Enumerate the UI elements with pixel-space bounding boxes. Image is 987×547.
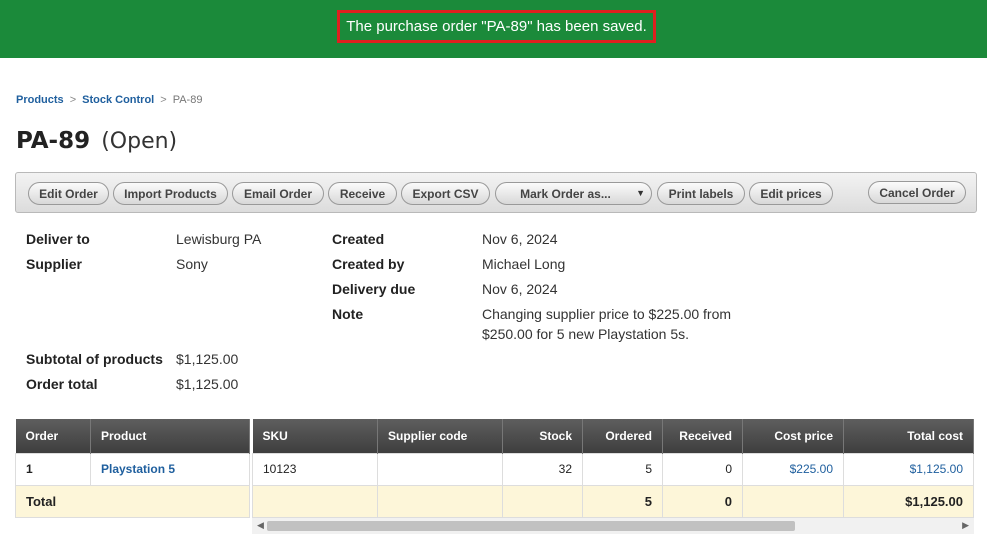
receive-button[interactable]: Receive	[328, 182, 397, 205]
product-link[interactable]: Playstation 5	[90, 452, 250, 486]
total-ordered: 5	[582, 484, 663, 518]
created-by-label: Created by	[332, 256, 405, 272]
created-label: Created	[332, 231, 385, 247]
import-products-button[interactable]: Import Products	[113, 182, 228, 205]
cell-sku: 10123	[252, 452, 378, 486]
table-header-row: Order Product	[15, 419, 250, 453]
subtotal-value: $1,125.00	[176, 351, 239, 367]
total-row: 5 0 $1,125.00	[252, 484, 974, 518]
mark-order-as-label: Mark Order as...	[520, 186, 611, 201]
success-banner: The purchase order "PA-89" has been save…	[0, 0, 987, 58]
breadcrumb-products[interactable]: Products	[16, 94, 64, 106]
created-value: Nov 6, 2024	[482, 231, 558, 247]
horizontal-scrollbar[interactable]: ◀ ▶	[252, 518, 974, 534]
column-header-cost-price[interactable]: Cost price	[742, 419, 844, 453]
total-label: Total	[15, 484, 250, 518]
cell-total-cost: $1,125.00	[843, 452, 974, 486]
edit-prices-button[interactable]: Edit prices	[749, 182, 833, 205]
cell-received: 0	[662, 452, 743, 486]
scrollbar-thumb[interactable]	[267, 521, 795, 531]
page-title: PA-89 (Open)	[16, 128, 177, 154]
total-cell-empty	[742, 484, 844, 518]
cell-cost-price[interactable]: $225.00	[742, 452, 844, 486]
order-total-label: Order total	[26, 376, 98, 392]
column-header-sku[interactable]: SKU	[252, 419, 378, 453]
breadcrumb-separator: >	[160, 94, 167, 106]
total-cell-empty	[502, 484, 583, 518]
email-order-button[interactable]: Email Order	[232, 182, 324, 205]
order-total-value: $1,125.00	[176, 376, 239, 392]
edit-order-button[interactable]: Edit Order	[28, 182, 109, 205]
total-row: Total	[15, 484, 250, 518]
note-label: Note	[332, 306, 364, 322]
column-header-received[interactable]: Received	[662, 419, 743, 453]
export-csv-button[interactable]: Export CSV	[401, 182, 490, 205]
note-value: Changing supplier price to $225.00 from …	[482, 306, 732, 342]
column-header-product[interactable]: Product	[90, 419, 250, 453]
order-toolbar: Edit Order Import Products Email Order R…	[15, 172, 977, 213]
cell-ordered: 5	[582, 452, 663, 486]
total-cell-empty	[377, 484, 503, 518]
supplier-value: Sony	[176, 256, 208, 272]
total-cost-sum: $1,125.00	[843, 484, 974, 518]
order-lines-table: SKU Supplier code Stock Ordered Received…	[252, 419, 974, 518]
supplier-label: Supplier	[26, 256, 83, 272]
created-by-value: Michael Long	[482, 256, 566, 272]
cell-stock: 32	[502, 452, 583, 486]
total-cell-empty	[252, 484, 378, 518]
order-lines-fixed-table: Order Product 1 Playstation 5 Total	[15, 419, 250, 518]
scroll-right-icon[interactable]: ▶	[962, 520, 969, 531]
deliver-to-label: Deliver to	[26, 231, 90, 247]
deliver-to-value: Lewisburg PA	[176, 231, 262, 247]
chevron-down-icon: ▼	[636, 188, 645, 198]
save-confirmation-message: The purchase order "PA-89" has been save…	[337, 10, 656, 43]
column-header-order[interactable]: Order	[15, 419, 91, 453]
subtotal-label: Subtotal of products	[26, 351, 163, 367]
order-code: PA-89	[16, 128, 91, 154]
cell-order: 1	[15, 452, 91, 486]
delivery-due-label: Delivery due	[332, 281, 416, 297]
cell-supplier-code	[377, 452, 503, 486]
mark-order-as-select[interactable]: Mark Order as... ▼	[495, 182, 652, 205]
table-row: 10123 32 5 0 $225.00 $1,125.00	[252, 452, 974, 486]
print-labels-button[interactable]: Print labels	[657, 182, 745, 205]
breadcrumb-current: PA-89	[172, 94, 203, 106]
order-status: (Open)	[101, 129, 178, 154]
column-header-total-cost[interactable]: Total cost	[843, 419, 974, 453]
breadcrumb: Products > Stock Control > PA-89	[16, 94, 202, 106]
cancel-order-button[interactable]: Cancel Order	[868, 181, 966, 204]
column-header-supplier-code[interactable]: Supplier code	[377, 419, 503, 453]
total-received: 0	[662, 484, 743, 518]
column-header-stock[interactable]: Stock	[502, 419, 583, 453]
table-header-row: SKU Supplier code Stock Ordered Received…	[252, 419, 974, 453]
breadcrumb-stock-control[interactable]: Stock Control	[82, 94, 154, 106]
table-row: 1 Playstation 5	[15, 452, 250, 486]
column-header-ordered[interactable]: Ordered	[582, 419, 663, 453]
scroll-left-icon[interactable]: ◀	[257, 520, 264, 531]
breadcrumb-separator: >	[69, 94, 77, 106]
delivery-due-value: Nov 6, 2024	[482, 281, 558, 297]
